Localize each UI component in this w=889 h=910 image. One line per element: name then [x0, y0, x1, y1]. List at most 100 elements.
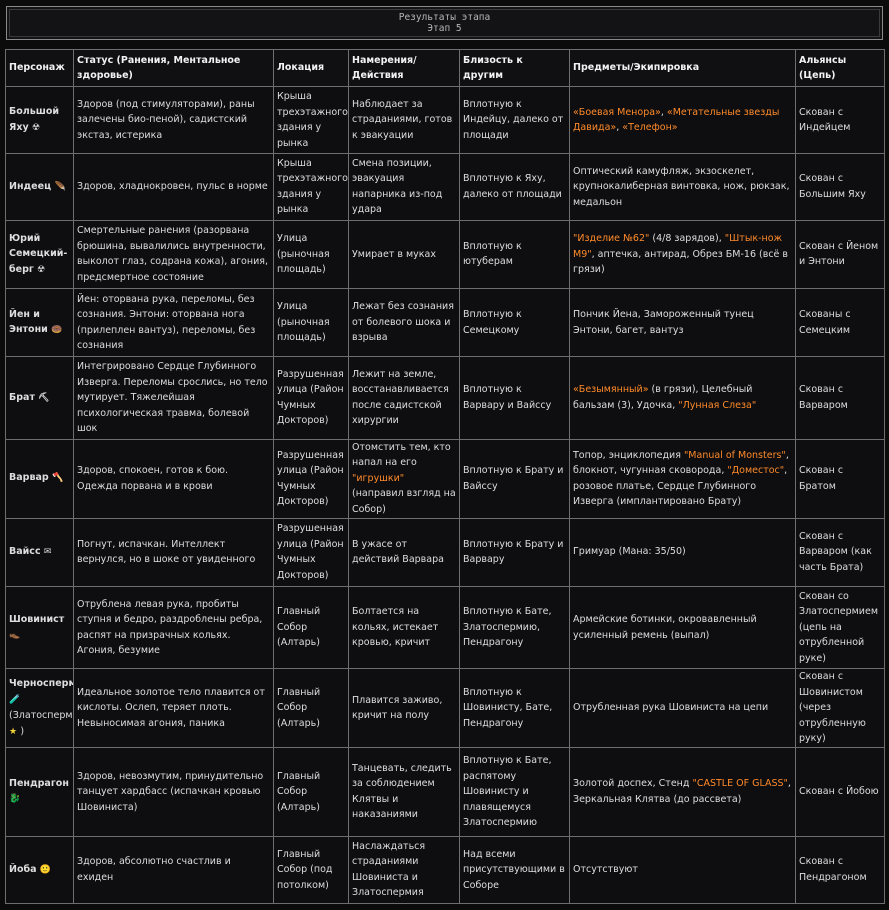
item-text: Оптический камуфляж, экзоскелет, крупнок…: [573, 165, 790, 208]
alliance-text: Скован с Братом: [799, 465, 844, 492]
cell-character: Шовинист 👞: [5, 585, 74, 670]
cell-location: Главный Собор (под потолком): [273, 835, 349, 905]
cell-status: Смертельные ранения (разорвана брюшина, …: [73, 219, 274, 289]
cell-items: "Изделие №62" (4/8 зарядов), "Штык-нож М…: [569, 219, 796, 289]
alliance-text: Скован с Большим Яху: [799, 173, 866, 200]
cell-alliance: Скован с Йобою: [795, 747, 885, 837]
column-header-items: Предметы/Экипировка: [569, 49, 796, 87]
item-text: Золотой доспех, Стенд: [573, 778, 693, 790]
cell-actions: Наблюдает за страданиями, готов к эвакуа…: [348, 85, 460, 155]
character-name: Индеец: [9, 180, 52, 192]
cell-character: Пендрагон 🐉: [5, 747, 74, 837]
table-row: Брат ⛏ Интегрировано Сердце Глубинного Из…: [5, 356, 885, 440]
character-alias-close: ): [20, 725, 25, 737]
character-name: Черноспермий: [9, 678, 73, 690]
star-icon: ★: [9, 726, 18, 737]
cell-character: Большой Яху ☢: [5, 85, 74, 155]
proximity-text: Вплотную к Семецкому: [463, 309, 522, 336]
cell-items: Оптический камуфляж, экзоскелет, крупнок…: [569, 153, 796, 221]
table-body: Большой Яху ☢ Здоров (под стимуляторами),…: [5, 85, 885, 905]
cell-proximity: Вплотную к Варвару и Вайссу: [459, 356, 570, 440]
character-name: Йен и Энтони: [9, 308, 48, 336]
column-header-status: Статус (Ранения, Ментальное здоровье): [73, 49, 274, 87]
cell-items: Пончик Йена, Замороженный тунец Энтони, …: [569, 287, 796, 358]
cell-status: Идеальное золотое тело плавится от кисло…: [73, 668, 274, 749]
character-alias: (Златоспермий: [9, 710, 73, 722]
alliance-text: Скован с Йобою: [799, 786, 879, 798]
table-row: Йоба 🙂 Здоров, абсолютно счастлив и ехиде…: [5, 835, 885, 905]
item-text: Отсутствуют: [573, 864, 638, 876]
table-row: Большой Яху ☢ Здоров (под стимуляторами),…: [5, 85, 885, 155]
item-highlight: «Безымянный»: [573, 384, 649, 396]
actions-text: Лежит на земле, восстанавливается после …: [352, 368, 449, 427]
cell-status: Погнут, испачкан. Интеллект вернулся, но…: [73, 517, 274, 587]
alliance-text: Скован с Йеном и Энтони: [799, 240, 879, 268]
cell-proximity: Вплотную к Брату и Варвару: [459, 517, 570, 587]
cell-proximity: Вплотную к Бате, распятому Шовинисту и п…: [459, 747, 570, 837]
item-highlight: «Боевая Менора»: [573, 106, 661, 118]
cell-alliance: Скован с Братом: [795, 438, 885, 519]
actions-text: Наблюдает за страданиями, готов к эвакуа…: [352, 98, 453, 141]
proximity-text: Вплотную к Брату и Варвару: [463, 538, 564, 566]
alliance-text: Скован со Златоспермием (цепь на отрубле…: [799, 590, 878, 664]
item-highlight: «Телефон»: [622, 122, 678, 134]
proximity-text: Вплотную к Варвару и Вайссу: [463, 384, 552, 411]
status-text: Здоров, невозмутим, принудительно танцуе…: [77, 770, 264, 813]
column-header-actions: Намерения/Действия: [348, 49, 460, 87]
status-text: Смертельные ранения (разорвана брюшина, …: [77, 225, 268, 283]
cell-location: Главный Собор (Алтарь): [273, 585, 349, 670]
cell-character: Индеец 🪶: [5, 153, 74, 221]
location-text: Улица (рыночная площадь): [277, 301, 330, 344]
stage-results-title: Результаты этапа: [398, 12, 491, 23]
cell-character: Йен и Энтони 🍩: [5, 287, 74, 358]
item-text: Топор, энциклопедия: [573, 449, 684, 461]
cell-character: Брат ⛏: [5, 356, 74, 440]
radiation-icon: ☢: [31, 122, 41, 133]
cell-actions: Плавится заживо, кричит на полу: [348, 668, 460, 749]
cell-alliance: Скован с Пендрагоном: [795, 835, 885, 905]
cell-items: Гримуар (Мана: 35/50): [569, 517, 796, 587]
actions-text: Умирает в муках: [352, 248, 436, 260]
cell-location: Главный Собор (Алтарь): [273, 668, 349, 749]
status-text: Интегрировано Сердце Глубинного Изверга.…: [77, 361, 268, 435]
cell-location: Крыша трехэтажного здания у рынка: [273, 85, 349, 155]
item-text: (4/8 зарядов),: [649, 233, 725, 245]
cell-character: Вайсс ✉: [5, 517, 74, 587]
column-header-alliances: Альянсы (Цепь): [795, 49, 885, 87]
feather-icon: 🪶: [54, 181, 66, 192]
cell-actions: Танцевать, следить за соблюдением Клятвы…: [348, 747, 460, 837]
table-header-row: Персонаж Статус (Ранения, Ментальное здо…: [5, 49, 885, 87]
item-text: Отрубленная рука Шовиниста на цепи: [573, 702, 769, 714]
column-header-proximity: Близость к другим: [459, 49, 570, 87]
proximity-text: Над всеми присутствующими в Соборе: [463, 848, 565, 891]
cell-location: Разрушенная улица (Район Чумных Докторов…: [273, 517, 349, 587]
table-row: Пендрагон 🐉 Здоров, невозмутим, принудите…: [5, 747, 885, 837]
cell-alliance: Скованы с Семецким: [795, 287, 885, 358]
cell-actions: Лежат без сознания от болевого шока и вз…: [348, 287, 460, 358]
item-highlight: "Лунная Слеза": [678, 399, 757, 411]
cell-actions: Смена позиции, эвакуация напарника из-по…: [348, 153, 460, 221]
character-name: Вайсс: [9, 545, 41, 557]
cell-location: Улица (рыночная площадь): [273, 287, 349, 358]
cell-alliance: Скован с Варваром: [795, 356, 885, 440]
axe-icon: 🪓: [52, 473, 64, 484]
proximity-text: Вплотную к Яху, далеко от площади: [463, 173, 562, 200]
characters-table: Персонаж Статус (Ранения, Ментальное здо…: [5, 49, 885, 905]
location-text: Крыша трехэтажного здания у рынка: [277, 91, 348, 149]
cell-proximity: Вплотную к Шовинисту, Бате, Пендрагону: [459, 668, 570, 749]
boot-icon: 👞: [9, 630, 21, 641]
item-text: , аптечка, антирад, Обрез БМ-16 (всё в г…: [573, 248, 789, 276]
item-highlight: "Manual of Monsters": [683, 449, 786, 461]
donut-icon: 🍩: [51, 325, 63, 336]
cell-location: Разрушенная улица (Район Чумных Докторов…: [273, 356, 349, 440]
radiation-icon: ☢: [37, 264, 46, 275]
actions-text: Отомстить тем, кто напал на его: [352, 441, 451, 469]
item-text: Пончик Йена, Замороженный тунец Энтони, …: [573, 309, 754, 336]
cell-location: Улица (рыночная площадь): [273, 219, 349, 289]
status-text: Здоров, абсолютно счастлив и ехиден: [77, 856, 231, 883]
cell-proximity: Вплотную к Семецкому: [459, 287, 570, 358]
cell-character: Юрий Семецкий-берг ☢: [5, 219, 74, 289]
cell-location: Крыша трехэтажного здания у рынка: [273, 153, 349, 221]
actions-text: (направил взгляд на Собор): [352, 488, 456, 515]
actions-text: Смена позиции, эвакуация напарника из-по…: [352, 157, 443, 216]
